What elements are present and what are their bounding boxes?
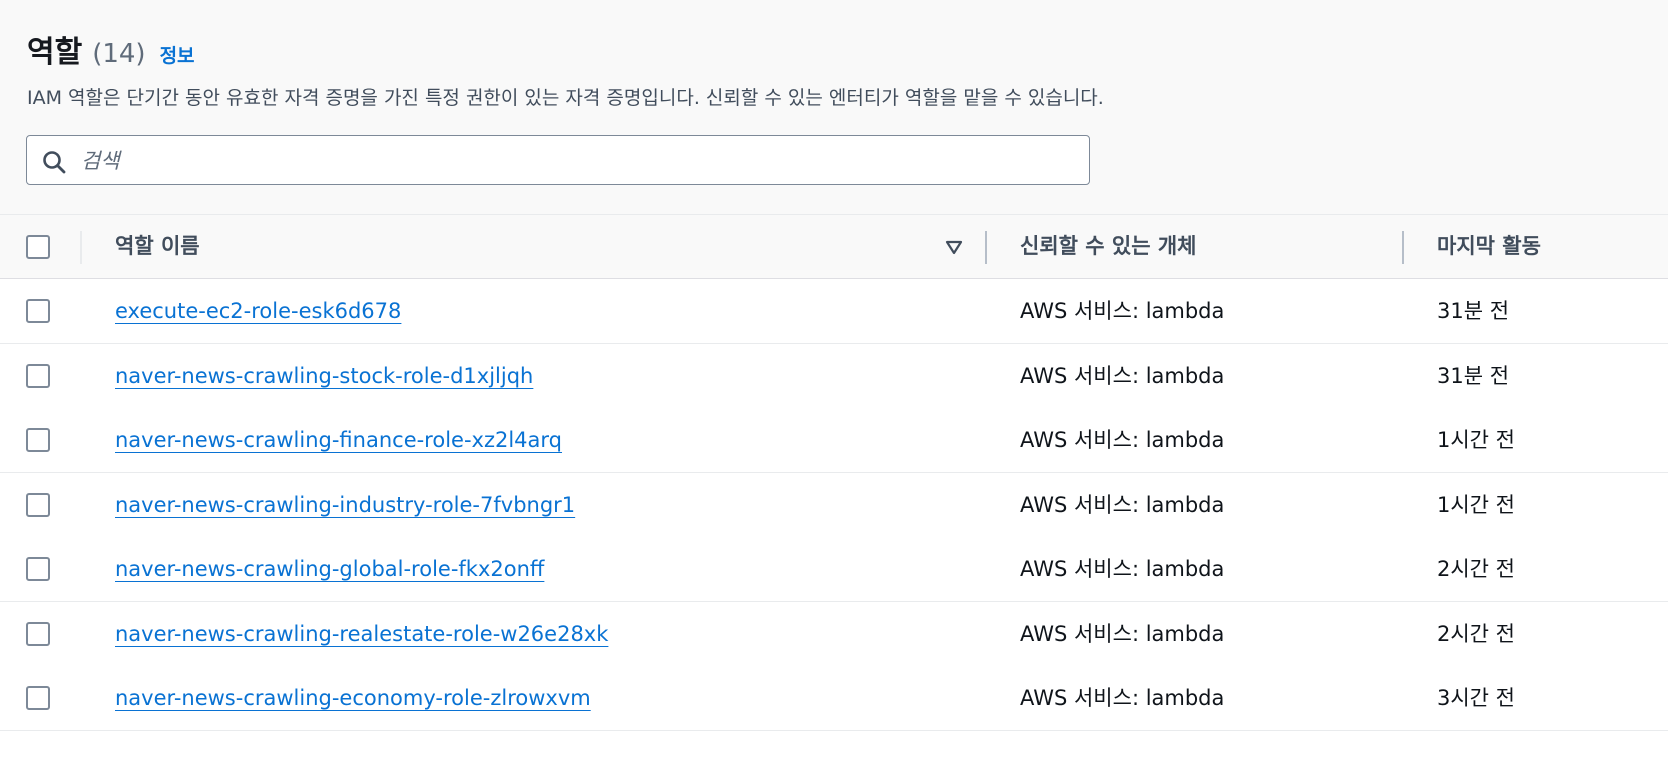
column-resize-handle[interactable] (985, 231, 987, 264)
last-activity: 2시간 전 (1437, 622, 1515, 646)
table-row: naver-news-crawling-finance-role-xz2l4ar… (0, 408, 1668, 473)
roles-header: 역할 (14) 정보 IAM 역할은 단기간 동안 유효한 자격 증명을 가진 … (0, 0, 1668, 215)
title-row: 역할 (14) 정보 (27, 27, 195, 71)
select-all-checkbox[interactable] (26, 235, 50, 259)
info-link[interactable]: 정보 (160, 41, 195, 68)
search-input[interactable] (79, 136, 1083, 186)
last-activity: 31분 전 (1437, 299, 1510, 323)
table-row: naver-news-crawling-economy-role-zlrowxv… (0, 666, 1668, 731)
row-checkbox[interactable] (26, 622, 50, 646)
roles-count: (14) (92, 39, 146, 69)
row-checkbox[interactable] (26, 493, 50, 517)
trusted-entity: AWS 서비스: lambda (1020, 493, 1225, 517)
sort-descending-icon[interactable] (944, 237, 964, 257)
iam-roles-page: 역할 (14) 정보 IAM 역할은 단기간 동안 유효한 자격 증명을 가진 … (0, 0, 1668, 774)
role-name-link[interactable]: execute-ec2-role-esk6d678 (115, 279, 401, 343)
trusted-entity: AWS 서비스: lambda (1020, 557, 1225, 581)
last-activity: 1시간 전 (1437, 428, 1515, 452)
table-row: execute-ec2-role-esk6d678 AWS 서비스: lambd… (0, 279, 1668, 344)
column-header-role-name[interactable]: 역할 이름 (115, 215, 200, 278)
row-checkbox[interactable] (26, 686, 50, 710)
table-row: naver-news-crawling-industry-role-7fvbng… (0, 473, 1668, 538)
trusted-entity: AWS 서비스: lambda (1020, 622, 1225, 646)
page-description: IAM 역할은 단기간 동안 유효한 자격 증명을 가진 특정 권한이 있는 자… (27, 87, 1104, 109)
column-divider (80, 231, 82, 264)
page-title: 역할 (27, 35, 83, 70)
last-activity: 2시간 전 (1437, 557, 1515, 581)
last-activity: 1시간 전 (1437, 493, 1515, 517)
role-name-link[interactable]: naver-news-crawling-economy-role-zlrowxv… (115, 666, 591, 730)
row-checkbox[interactable] (26, 364, 50, 388)
role-name-link[interactable]: naver-news-crawling-finance-role-xz2l4ar… (115, 408, 562, 472)
table-row: naver-news-crawling-global-role-fkx2onff… (0, 537, 1668, 602)
trusted-entity: AWS 서비스: lambda (1020, 299, 1225, 323)
search-box[interactable] (26, 135, 1090, 186)
row-checkbox[interactable] (26, 557, 50, 581)
search-icon (43, 151, 66, 174)
table-row: naver-news-crawling-realestate-role-w26e… (0, 602, 1668, 667)
column-resize-handle[interactable] (1402, 231, 1404, 264)
table-header: 역할 이름 신뢰할 수 있는 개체 마지막 활동 (0, 215, 1668, 279)
last-activity: 3시간 전 (1437, 686, 1515, 710)
role-name-link[interactable]: naver-news-crawling-industry-role-7fvbng… (115, 473, 575, 537)
column-header-last-activity[interactable]: 마지막 활동 (1437, 215, 1541, 278)
row-checkbox[interactable] (26, 299, 50, 323)
trusted-entity: AWS 서비스: lambda (1020, 428, 1225, 452)
roles-table: 역할 이름 신뢰할 수 있는 개체 마지막 활동 execute-ec2-rol… (0, 214, 1668, 774)
trusted-entity: AWS 서비스: lambda (1020, 364, 1225, 388)
table-row: naver-news-crawling-stock-role-d1xjljqh … (0, 344, 1668, 409)
last-activity: 31분 전 (1437, 364, 1510, 388)
row-checkbox[interactable] (26, 428, 50, 452)
role-name-link[interactable]: naver-news-crawling-global-role-fkx2onff (115, 537, 544, 601)
trusted-entity: AWS 서비스: lambda (1020, 686, 1225, 710)
role-name-link[interactable]: naver-news-crawling-realestate-role-w26e… (115, 602, 608, 666)
role-name-link[interactable]: naver-news-crawling-stock-role-d1xjljqh (115, 344, 533, 408)
column-header-trusted-entity[interactable]: 신뢰할 수 있는 개체 (1020, 215, 1197, 278)
